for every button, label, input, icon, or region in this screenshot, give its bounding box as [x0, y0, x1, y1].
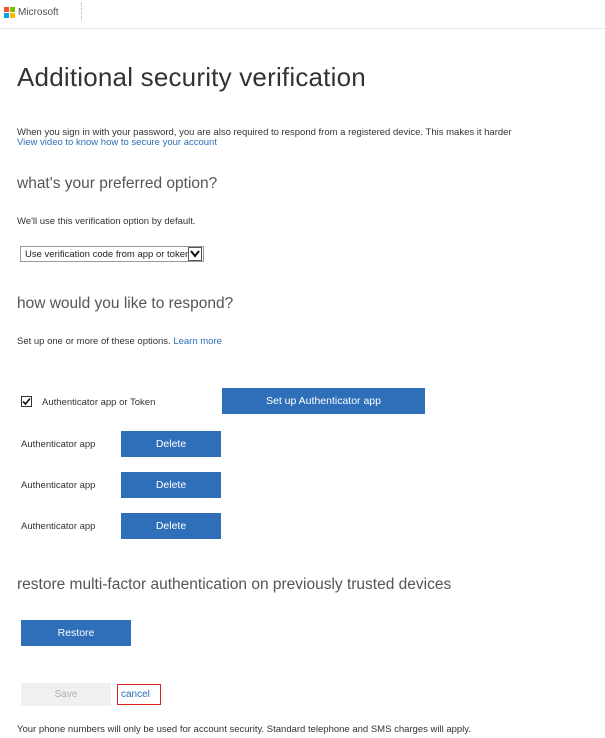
- top-bar: Microsoft: [0, 0, 605, 29]
- authenticator-app-label-1: Authenticator app: [21, 439, 96, 450]
- cancel-link[interactable]: cancel: [117, 684, 161, 705]
- video-link[interactable]: View video to know how to secure your ac…: [17, 137, 217, 148]
- delete-button-2[interactable]: Delete: [121, 472, 221, 498]
- setup-authenticator-button[interactable]: Set up Authenticator app: [222, 388, 425, 414]
- brand-name: Microsoft: [18, 6, 59, 18]
- microsoft-logo-icon: [4, 6, 15, 18]
- delete-button-3[interactable]: Delete: [121, 513, 221, 539]
- authenticator-checkbox[interactable]: [21, 396, 32, 407]
- restore-button[interactable]: Restore: [21, 620, 131, 646]
- chevron-down-icon[interactable]: [188, 247, 202, 261]
- authenticator-app-label-2: Authenticator app: [21, 480, 96, 491]
- delete-button-1[interactable]: Delete: [121, 431, 221, 457]
- checkmark-icon: [22, 397, 31, 406]
- preferred-option-description: We'll use this verification option by de…: [17, 216, 196, 227]
- verification-option-select[interactable]: Use verification code from app or token: [20, 246, 204, 262]
- preferred-option-heading: what's your preferred option?: [17, 175, 218, 192]
- page: Microsoft Additional security verificati…: [0, 0, 605, 738]
- select-value: Use verification code from app or token: [25, 248, 188, 260]
- respond-heading: how would you like to respond?: [17, 295, 234, 312]
- respond-description-row: Set up one or more of these options. Lea…: [17, 336, 222, 347]
- restore-heading: restore multi-factor authentication on p…: [17, 576, 452, 593]
- respond-description: Set up one or more of these options.: [17, 336, 171, 347]
- save-button[interactable]: Save: [21, 683, 111, 706]
- authenticator-checkbox-label: Authenticator app or Token: [42, 397, 156, 408]
- authenticator-app-label-3: Authenticator app: [21, 521, 96, 532]
- page-title: Additional security verification: [17, 62, 366, 92]
- footer-note: Your phone numbers will only be used for…: [17, 724, 471, 735]
- learn-more-link[interactable]: Learn more: [173, 336, 222, 347]
- brand[interactable]: Microsoft: [4, 3, 82, 21]
